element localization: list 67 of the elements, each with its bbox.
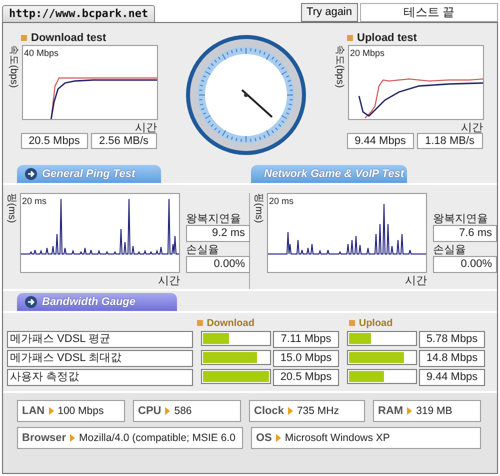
info-label: RAM	[378, 405, 404, 417]
speed-value: 7.11 Mbps	[273, 331, 339, 348]
axis-label: 핑(ms)	[254, 193, 265, 225]
triangle-icon	[407, 407, 412, 415]
triangle-icon	[276, 434, 281, 442]
section-title: General Ping Test	[42, 168, 136, 180]
metric-value: 0.00%	[186, 256, 250, 273]
bullet-icon	[21, 35, 27, 41]
axis-label: 속도(bps)	[335, 45, 346, 90]
axis-label: 시간	[404, 274, 427, 286]
speed-value: 9.44 Mbps	[419, 369, 485, 386]
column-header: Upload	[358, 318, 393, 328]
speed-value: 15.0 Mbps	[273, 350, 339, 367]
axis-label: 속도(bps)	[9, 45, 20, 90]
axis-label: 시간	[460, 121, 483, 133]
bullet-icon	[347, 35, 353, 41]
bullet-icon	[348, 320, 355, 326]
info-label: Clock	[254, 405, 284, 417]
speed-value: 14.8 Mbps	[419, 350, 485, 367]
axis-label: 시간	[157, 274, 180, 286]
metric-value: 7.6 ms	[433, 225, 497, 242]
metric-value: 9.2 ms	[186, 225, 250, 242]
site-url-tab[interactable]: http://www.bcpark.net	[2, 5, 156, 22]
triangle-icon	[48, 407, 54, 415]
axis-label: 핑(ms)	[7, 193, 18, 225]
reading-field: 2.56 MB/s	[90, 133, 157, 149]
scale-label: 20 ms	[22, 196, 47, 206]
info-value: 735 MHz	[296, 405, 339, 417]
metric-label: 손실율	[433, 243, 467, 256]
triangle-icon	[288, 407, 293, 415]
reading-field: 9.44 Mbps	[347, 133, 414, 149]
info-label: CPU	[138, 405, 162, 417]
reading-field: 20.5 Mbps	[21, 133, 88, 149]
metric-value: 0.00%	[433, 256, 497, 273]
section-title: Bandwidth Gauge	[42, 296, 136, 308]
speed-value: 5.78 Mbps	[419, 331, 485, 348]
info-value: Microsoft Windows XP	[284, 432, 390, 444]
info-value: 100 Mbps	[58, 405, 104, 417]
triangle-icon	[70, 434, 76, 442]
metric-label: 손실율	[186, 243, 220, 256]
section-title: Network Game & VoIP Test	[264, 168, 404, 180]
graph-title: Download test	[31, 32, 106, 44]
row-label: 메가패스 VDSL 최대값	[7, 350, 193, 367]
scale-label: 40 Mbps	[24, 48, 59, 58]
scale-label: 20 Mbps	[350, 48, 385, 58]
info-label: OS	[256, 432, 272, 444]
arrow-circle-icon	[25, 296, 37, 308]
speed-value: 20.5 Mbps	[273, 369, 339, 386]
graph-title: Upload test	[357, 32, 417, 44]
column-header: Download	[206, 318, 254, 328]
scale-label: 20 ms	[269, 196, 294, 206]
bullet-icon	[196, 320, 203, 326]
row-label: 메가패스 VDSL 평균	[7, 331, 193, 348]
triangle-icon	[165, 407, 170, 415]
metric-label: 왕복지연율	[433, 212, 489, 225]
axis-label: 시간	[134, 121, 157, 133]
info-label: Browser	[22, 432, 66, 444]
info-label: LAN	[22, 405, 45, 417]
reading-field: 1.18 MB/s	[416, 133, 483, 149]
test-status-field: 테스트 끝	[360, 2, 498, 22]
try-again-button[interactable]: Try again	[300, 2, 358, 22]
row-label: 사용자 측정값	[7, 369, 193, 386]
arrow-circle-icon	[25, 168, 37, 180]
info-value: 319 MB	[416, 405, 452, 417]
info-value: Mozilla/4.0 (compatible; MSIE 6.0	[79, 432, 236, 444]
info-value: 586	[174, 405, 192, 417]
metric-label: 왕복지연율	[186, 212, 242, 225]
